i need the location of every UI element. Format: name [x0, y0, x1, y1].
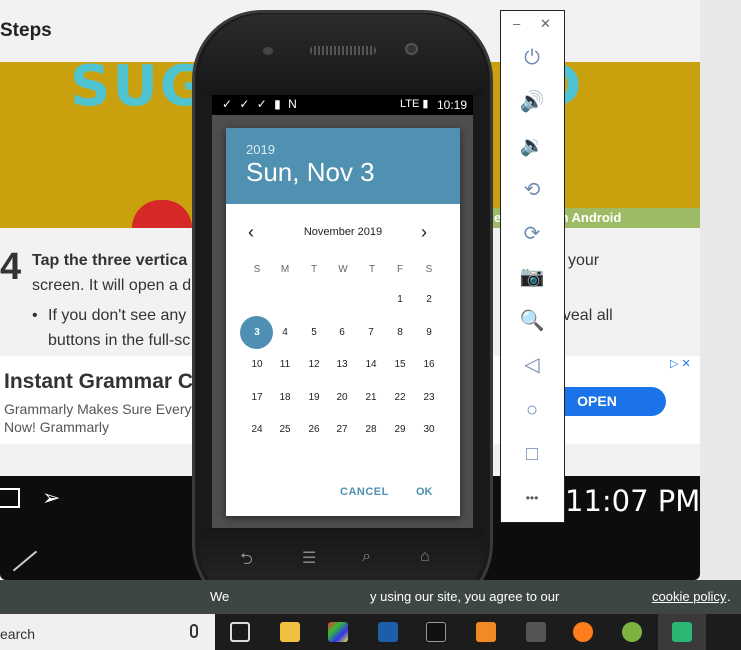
volume-down-icon[interactable]: 🔉: [518, 132, 546, 160]
ad-title[interactable]: Instant Grammar C: [4, 370, 193, 394]
step-number: 4: [0, 246, 22, 288]
ad-body: Grammarly Makes Sure Everyt Now! Grammar…: [4, 401, 196, 435]
calendar-day[interactable]: 5: [302, 326, 326, 340]
weekday-label: S: [425, 264, 433, 275]
share-icon[interactable]: ➢: [42, 485, 60, 511]
calendar-day[interactable]: 17: [245, 391, 269, 405]
emulator-app-icon[interactable]: [672, 622, 692, 642]
home-key-icon[interactable]: ⌂: [420, 548, 430, 566]
step-text-line2: screen. It will open a d: [32, 277, 192, 294]
task-view-icon[interactable]: [230, 622, 250, 642]
camera-icon[interactable]: 📷: [518, 263, 546, 291]
calendar-day[interactable]: 2: [417, 293, 441, 307]
calendar-day[interactable]: 21: [359, 391, 383, 405]
chevron-left-icon[interactable]: ‹: [248, 222, 254, 243]
selected-day[interactable]: 3: [245, 326, 269, 340]
menu-key-icon[interactable]: ☰: [302, 548, 316, 568]
power-icon[interactable]: ⏻: [518, 44, 546, 72]
bullet-text-line2: buttons in the full-sc: [48, 332, 191, 349]
calendar-day[interactable]: 25: [273, 423, 297, 437]
volume-up-icon[interactable]: 🔊: [518, 88, 546, 116]
sublime-icon[interactable]: [476, 622, 496, 642]
firefox-icon[interactable]: [573, 622, 593, 642]
weekday-label: S: [253, 264, 261, 275]
weekday-label: F: [396, 264, 404, 275]
taskbar-search-text: earch: [0, 626, 36, 642]
weekday-label: W: [338, 264, 348, 275]
chevron-right-icon[interactable]: ›: [421, 222, 427, 243]
close-icon[interactable]: ✕: [540, 16, 551, 32]
calendar-day[interactable]: 26: [302, 423, 326, 437]
calendar-day[interactable]: 28: [359, 423, 383, 437]
cookie-text-start: We: [210, 589, 230, 604]
step-text-end: your: [568, 252, 600, 269]
minimize-icon[interactable]: –: [513, 16, 520, 31]
weekday-label: T: [310, 264, 318, 275]
calendar-day[interactable]: 14: [359, 358, 383, 372]
calendar-day[interactable]: 18: [273, 391, 297, 405]
calendar-day[interactable]: 1: [388, 293, 412, 307]
vscode-icon[interactable]: [378, 622, 398, 642]
calendar-day[interactable]: 6: [330, 326, 354, 340]
app-icon[interactable]: [328, 622, 348, 642]
calendar-day[interactable]: 16: [417, 358, 441, 372]
calendar-day[interactable]: 11: [273, 358, 297, 372]
more-icon[interactable]: •••: [518, 484, 546, 512]
selected-year[interactable]: 2019: [246, 142, 275, 157]
notification-icons: ✓ ✓ ✓ ▮ N: [222, 97, 299, 111]
page-right-margin: [700, 0, 741, 580]
ok-button[interactable]: OK: [416, 486, 433, 498]
calendar-day[interactable]: 12: [302, 358, 326, 372]
overview-icon[interactable]: □: [518, 440, 546, 468]
status-time: 10:19: [437, 98, 468, 112]
calendar-day[interactable]: 29: [388, 423, 412, 437]
cookie-text: y using our site, you agree to our: [370, 589, 560, 604]
calendar-day[interactable]: 24: [245, 423, 269, 437]
phone-top-bezel: [198, 14, 487, 96]
calendar-day[interactable]: 22: [388, 391, 412, 405]
terminal-icon[interactable]: [426, 622, 446, 642]
selected-date[interactable]: Sun, Nov 3: [246, 157, 375, 188]
rotate-left-icon[interactable]: ⟲: [518, 176, 546, 204]
calendar-day[interactable]: 7: [359, 326, 383, 340]
zoom-icon[interactable]: 🔍: [518, 307, 546, 335]
adchoices-icon[interactable]: ▷ ✕: [670, 357, 691, 370]
image-icon[interactable]: [0, 488, 20, 508]
calendar-day[interactable]: 27: [330, 423, 354, 437]
calendar-day[interactable]: 10: [245, 358, 269, 372]
search-key-icon[interactable]: ⌕: [362, 548, 371, 566]
bullet-dot: •: [32, 307, 38, 324]
back-key-icon[interactable]: ⮌: [240, 548, 253, 575]
microphone-icon[interactable]: [190, 624, 198, 638]
cookie-policy-link[interactable]: cookie policy: [652, 589, 726, 604]
calendar-day[interactable]: 9: [417, 326, 441, 340]
cancel-button[interactable]: CANCEL: [340, 486, 389, 498]
calendar-day[interactable]: 15: [388, 358, 412, 372]
calendar-day[interactable]: 23: [417, 391, 441, 405]
hero-image-text: SUG: [70, 62, 208, 119]
file-explorer-icon[interactable]: [280, 622, 300, 642]
calendar-day[interactable]: 8: [388, 326, 412, 340]
step-heading: Tap the three vertica: [32, 252, 188, 269]
home-icon[interactable]: ○: [518, 396, 546, 424]
speaker-grille: [310, 46, 376, 55]
calendar-day[interactable]: 19: [302, 391, 326, 405]
weekday-label: M: [280, 264, 290, 275]
bullet-text-start: If you don't see any: [48, 307, 187, 324]
calendar-day[interactable]: 20: [330, 391, 354, 405]
calendar-day[interactable]: 13: [330, 358, 354, 372]
signal-battery-icons: LTE ▮: [400, 98, 429, 110]
back-icon[interactable]: ◁: [518, 351, 546, 379]
video-clock: 11:07 PM: [565, 484, 701, 518]
weekday-label: T: [368, 264, 376, 275]
front-camera-icon: [405, 43, 418, 55]
android-studio-icon[interactable]: [622, 622, 642, 642]
cookie-text-end: .: [727, 589, 731, 604]
sensor-icon: [263, 47, 273, 55]
usb-icon[interactable]: [526, 622, 546, 642]
calendar-day[interactable]: 30: [417, 423, 441, 437]
rotate-right-icon[interactable]: ⟳: [518, 220, 546, 248]
section-title: Steps: [0, 20, 52, 41]
calendar-day[interactable]: 4: [273, 326, 297, 340]
